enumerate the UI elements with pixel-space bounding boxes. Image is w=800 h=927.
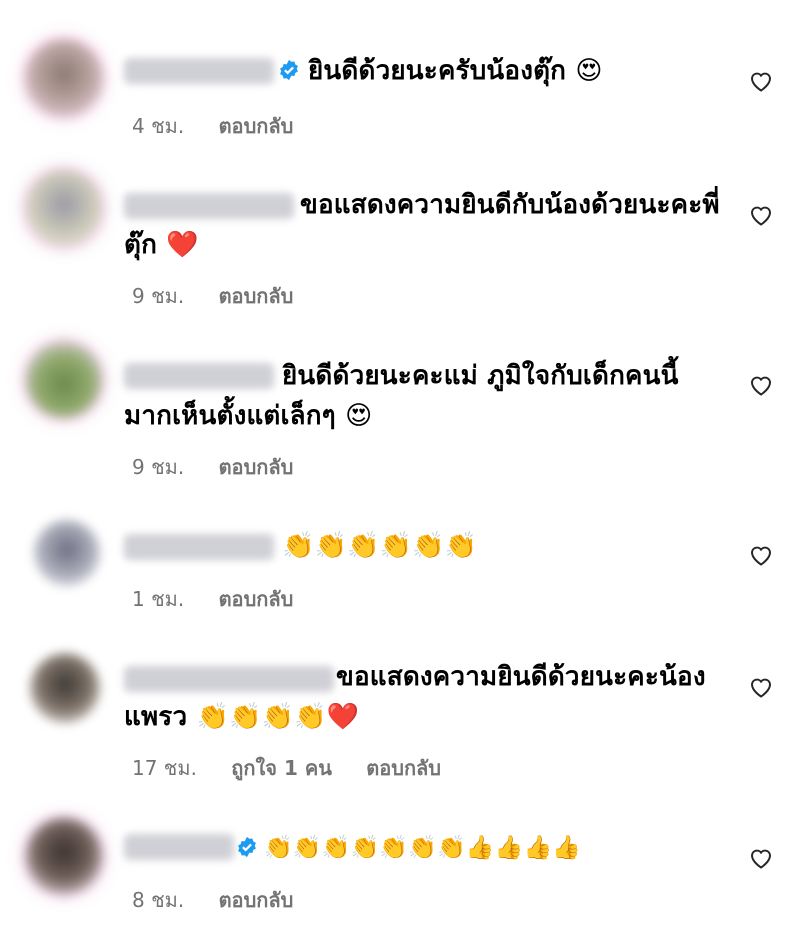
like-count[interactable]: ถูกใจ 1 คน bbox=[231, 756, 332, 780]
username-blurred[interactable] bbox=[124, 58, 274, 84]
like-heart-icon[interactable] bbox=[749, 70, 773, 92]
comment-text: 👏👏👏👏👏👏 bbox=[282, 531, 478, 561]
comment-time: 1 ชม. bbox=[132, 587, 185, 611]
comment-text: ยินดีด้วยนะคะแม่ ภูมิใจกับเด็กคนนี้มากเห… bbox=[124, 361, 679, 431]
like-heart-icon[interactable] bbox=[749, 204, 773, 226]
verified-badge-icon bbox=[238, 836, 256, 858]
avatar[interactable] bbox=[30, 653, 100, 723]
reply-button[interactable]: ตอบกลับ bbox=[219, 284, 294, 308]
comment-time: 9 ชม. bbox=[132, 455, 185, 479]
like-heart-icon[interactable] bbox=[749, 544, 773, 566]
comment-meta: 1 ชม. ตอบกลับ bbox=[132, 583, 321, 615]
like-heart-icon[interactable] bbox=[749, 847, 773, 869]
avatar[interactable] bbox=[26, 342, 102, 418]
reply-button[interactable]: ตอบกลับ bbox=[219, 888, 294, 912]
reply-button[interactable]: ตอบกลับ bbox=[219, 587, 294, 611]
username-blurred[interactable] bbox=[124, 834, 234, 860]
avatar[interactable] bbox=[26, 818, 102, 894]
comment-time: 4 ชม. bbox=[132, 114, 185, 138]
comment-text: ขอแสดงความยินดีด้วยนะคะน้องแพรว 👏👏👏👏❤️ bbox=[124, 662, 706, 732]
verified-badge-icon bbox=[280, 59, 298, 81]
comment-meta: 9 ชม. ตอบกลับ bbox=[132, 451, 321, 483]
comment-time: 17 ชม. bbox=[132, 756, 197, 780]
avatar[interactable] bbox=[34, 520, 100, 586]
reply-button[interactable]: ตอบกลับ bbox=[366, 756, 441, 780]
comment-meta: 4 ชม. ตอบกลับ bbox=[132, 110, 321, 142]
username-blurred[interactable] bbox=[124, 534, 274, 560]
like-heart-icon[interactable] bbox=[749, 374, 773, 396]
comment-text: 👏👏👏👏👏👏👏👍👍👍👍 bbox=[264, 835, 582, 861]
comment-meta: 8 ชม. ตอบกลับ bbox=[132, 884, 321, 916]
reply-button[interactable]: ตอบกลับ bbox=[219, 455, 294, 479]
comment-meta: 9 ชม. ตอบกลับ bbox=[132, 280, 321, 312]
avatar[interactable] bbox=[26, 170, 102, 246]
comment-time: 9 ชม. bbox=[132, 284, 185, 308]
like-heart-icon[interactable] bbox=[749, 676, 773, 698]
comment-text: ขอแสดงความยินดีกับน้องด้วยนะคะพี่ตุ๊ก ❤️ bbox=[124, 190, 720, 260]
avatar[interactable] bbox=[26, 40, 102, 116]
comment-meta: 17 ชม. ถูกใจ 1 คน ตอบกลับ bbox=[132, 752, 469, 784]
reply-button[interactable]: ตอบกลับ bbox=[219, 114, 294, 138]
comment-text: ยินดีด้วยนะครับน้องตุ๊ก 😍 bbox=[308, 56, 603, 86]
comment-time: 8 ชม. bbox=[132, 888, 185, 912]
